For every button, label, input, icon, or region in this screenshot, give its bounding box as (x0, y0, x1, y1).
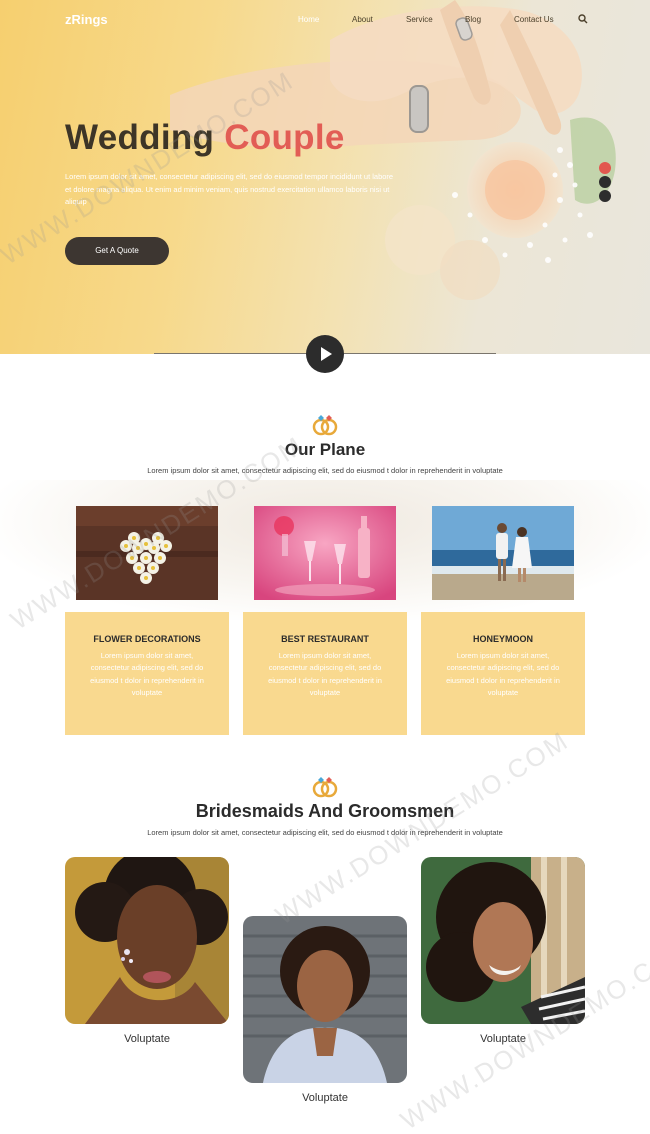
plan-card-text: Lorem ipsum dolor sit amet, consectetur … (446, 651, 560, 697)
nav-link-home[interactable]: Home (298, 15, 319, 24)
restaurant-photo (254, 506, 396, 600)
search-icon[interactable] (577, 13, 589, 25)
nav-link-service[interactable]: Service (406, 15, 433, 24)
top-navigation: zRings Home About Service Blog Contact U… (0, 0, 650, 40)
hero-title: Wedding Couple (65, 118, 345, 158)
rings-icon (312, 415, 338, 436)
hero-title-accent: Couple (224, 118, 345, 157)
member-photo[interactable] (421, 857, 585, 1024)
nav-link-blog[interactable]: Blog (465, 15, 481, 24)
member-photo[interactable] (243, 916, 407, 1083)
nav-link-contact[interactable]: Contact Us (514, 15, 554, 24)
plan-section-title: Our Plane (284, 440, 366, 459)
member-name: Voluptate (124, 1033, 170, 1045)
beach-couple-photo (432, 506, 574, 600)
play-video-button[interactable] (306, 335, 344, 373)
hero-description: Lorem ipsum dolor sit amet, consectetur … (65, 172, 394, 206)
nav-link-about[interactable]: About (352, 15, 373, 24)
plan-card-flower[interactable]: FLOWER DECORATIONS Lorem ipsum dolor sit… (65, 495, 229, 735)
plan-card-honeymoon[interactable]: HONEYMOON Lorem ipsum dolor sit amet, co… (421, 495, 585, 735)
get-a-quote-button[interactable]: Get A Quote (65, 237, 169, 265)
slider-dot-3[interactable] (599, 190, 611, 202)
site-logo[interactable]: zRings (65, 12, 108, 27)
hero-banner: zRings Home About Service Blog Contact U… (0, 0, 650, 354)
rings-icon (312, 777, 338, 798)
member-name: Voluptate (480, 1033, 526, 1045)
plan-section-subtitle: Lorem ipsum dolor sit amet, consectetur … (147, 466, 503, 475)
member-photo[interactable] (65, 857, 229, 1024)
team-section-subtitle: Lorem ipsum dolor sit amet, consectetur … (147, 828, 503, 837)
plan-card-title: HONEYMOON (472, 634, 533, 644)
hero-title-main: Wedding (65, 118, 215, 157)
member-name: Voluptate (302, 1092, 348, 1104)
plan-card-text: Lorem ipsum dolor sit amet, consectetur … (268, 651, 382, 697)
plan-card-restaurant[interactable]: BEST RESTAURANT Lorem ipsum dolor sit am… (243, 495, 407, 735)
team-section-title: Bridesmaids And Groomsmen (195, 801, 455, 821)
slider-dot-2[interactable] (599, 176, 611, 188)
plan-card-title: FLOWER DECORATIONS (93, 634, 201, 644)
flower-heart-photo (76, 506, 218, 600)
plan-card-title: BEST RESTAURANT (281, 634, 369, 644)
plan-card-text: Lorem ipsum dolor sit amet, consectetur … (90, 651, 204, 697)
slider-dot-1[interactable] (599, 162, 611, 174)
